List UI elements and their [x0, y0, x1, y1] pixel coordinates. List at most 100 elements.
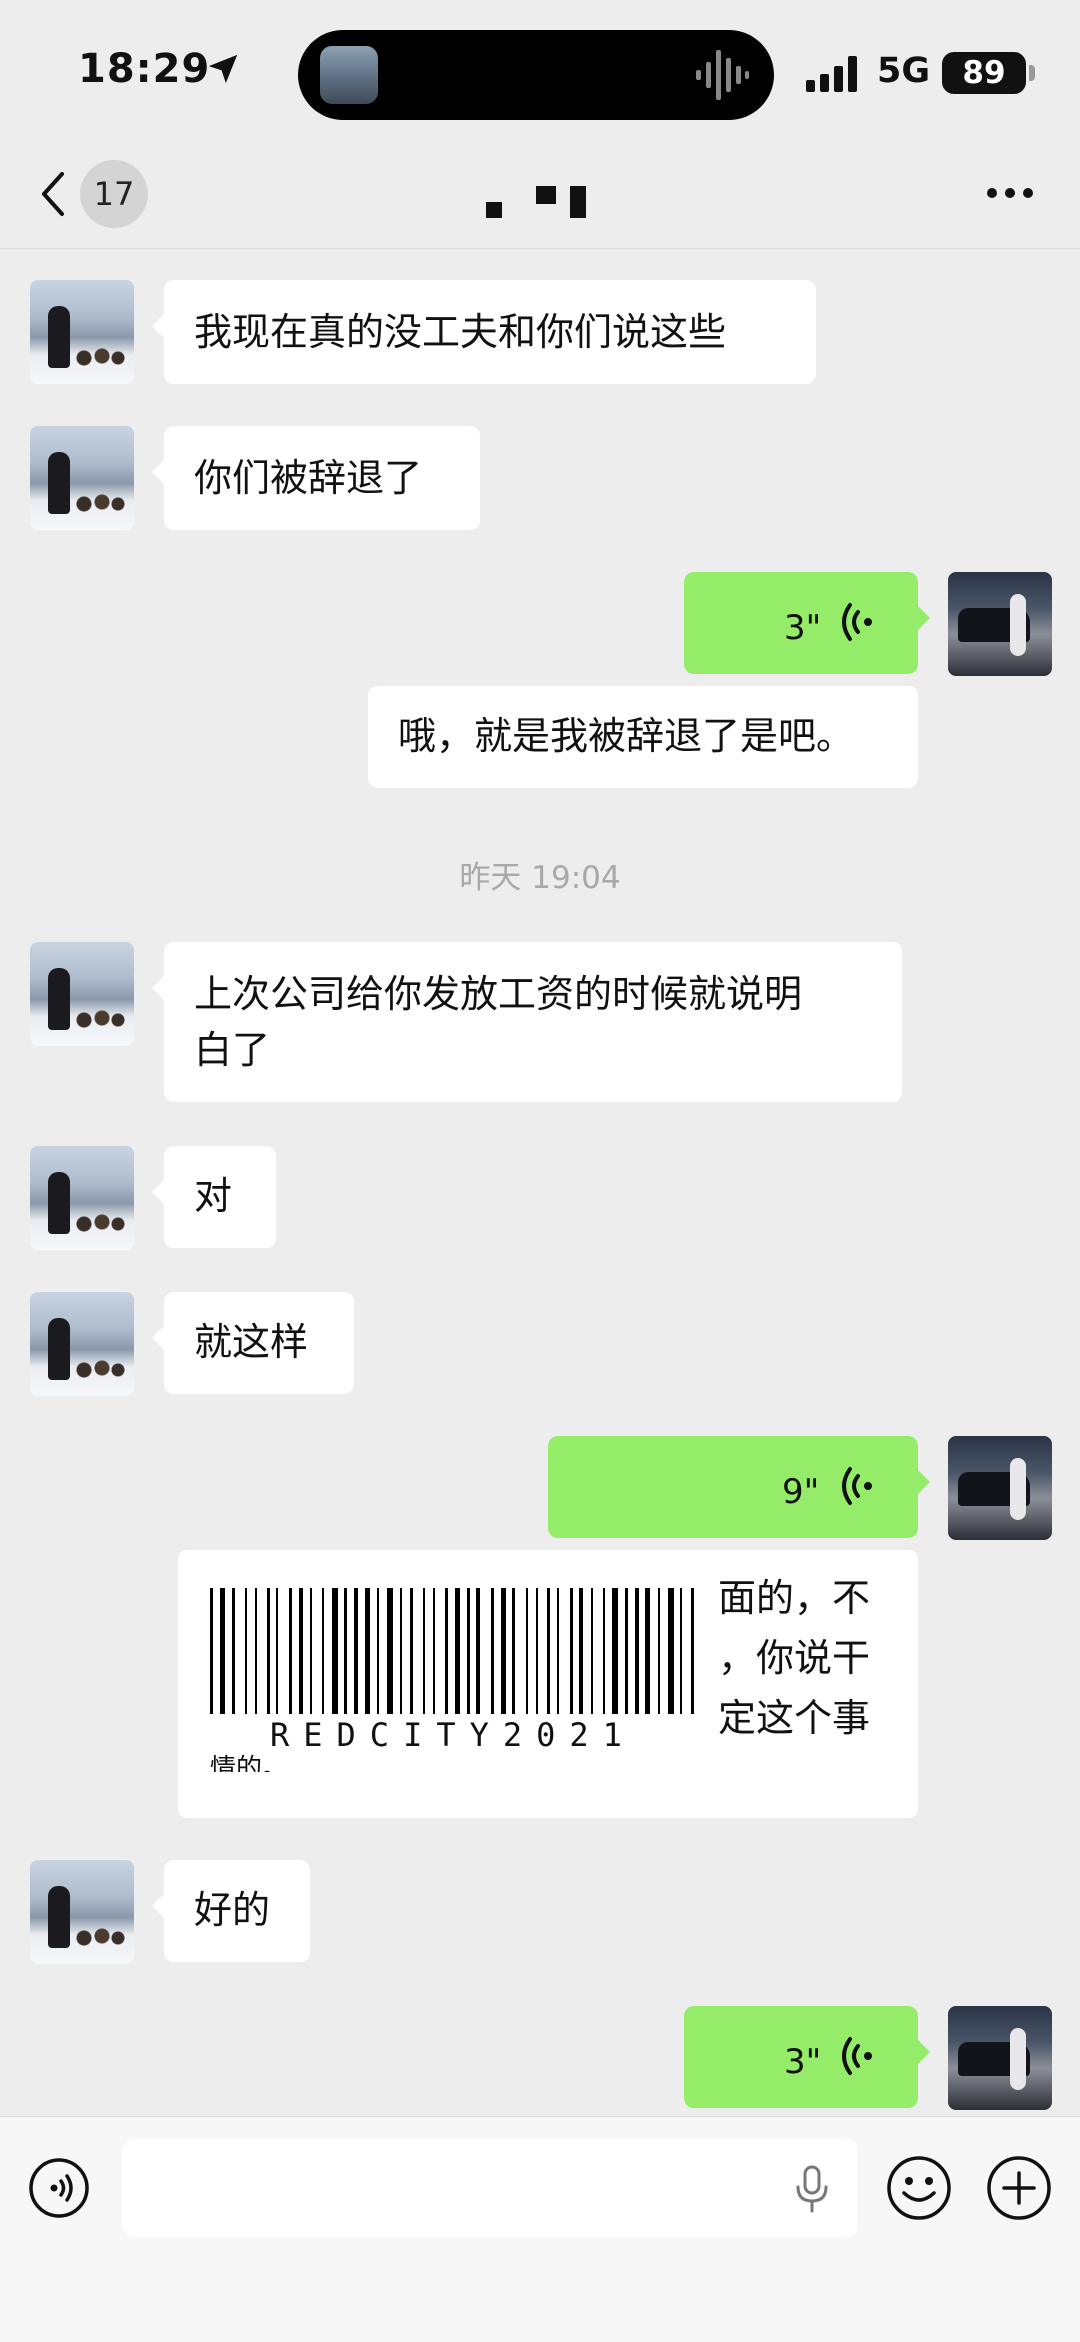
message-text: 就这样	[194, 1320, 309, 1364]
barcode-bar	[423, 1588, 425, 1714]
transcript-line: 定这个事	[718, 1696, 871, 1740]
barcode-bar	[344, 1588, 347, 1714]
message-bubble-received[interactable]: 我现在真的没工夫和你们说这些	[152, 280, 816, 384]
voice-transcript[interactable]: 哦，就是我被辞退了是吧。	[368, 686, 918, 788]
barcode-bar	[612, 1588, 618, 1714]
barcode-bar	[276, 1588, 278, 1714]
emoji-icon[interactable]	[886, 2155, 952, 2221]
contact-avatar[interactable]	[30, 426, 134, 530]
barcode-bar	[557, 1588, 559, 1714]
message-bubble-received[interactable]: 对	[152, 1146, 276, 1248]
voice-duration: 9"	[782, 1472, 820, 1512]
my-avatar[interactable]	[948, 1436, 1052, 1540]
barcode-bar	[354, 1588, 358, 1714]
barcode-bar	[445, 1588, 448, 1714]
island-media-thumbnail	[320, 46, 378, 104]
contact-avatar[interactable]	[30, 942, 134, 1046]
message-bubble-received[interactable]: 就这样	[152, 1292, 354, 1394]
microphone-icon[interactable]	[794, 2165, 830, 2213]
contact-avatar[interactable]	[30, 1146, 134, 1250]
barcode-bar	[512, 1588, 515, 1714]
barcode-bar	[491, 1588, 494, 1714]
barcode-bar	[332, 1588, 338, 1714]
barcode-bar	[433, 1588, 435, 1714]
barcode-bar	[255, 1588, 257, 1714]
message-text: 对	[194, 1174, 233, 1218]
battery-cap	[1029, 65, 1035, 81]
barcode-bar	[591, 1588, 593, 1714]
voice-duration: 3"	[784, 2042, 822, 2082]
barcode-bar	[410, 1588, 413, 1714]
location-arrow-icon	[208, 54, 238, 84]
voice-mode-icon[interactable]	[28, 2157, 90, 2219]
transcript-line: ，你说干	[718, 1636, 871, 1680]
unread-count-badge[interactable]: 17	[80, 160, 148, 228]
barcode-bar	[400, 1588, 402, 1714]
transcript-line: 情的。	[210, 1754, 289, 1772]
sound-wave-icon	[696, 50, 749, 100]
contact-avatar[interactable]	[30, 1292, 134, 1396]
message-input[interactable]	[122, 2139, 858, 2237]
barcode-bar	[476, 1588, 480, 1714]
plus-icon[interactable]	[986, 2155, 1052, 2221]
voice-wave-icon	[842, 1467, 872, 1505]
message-text: 你们被辞退了	[194, 456, 423, 500]
transcript-text: 哦，就是我被辞退了是吧。	[398, 714, 855, 758]
barcode-bar	[635, 1588, 639, 1714]
barcode-bar	[547, 1588, 550, 1714]
status-time: 18:29	[78, 46, 211, 92]
contact-avatar[interactable]	[30, 1860, 134, 1964]
message-bubble-received[interactable]: 你们被辞退了	[152, 426, 480, 530]
voice-message-sent[interactable]: 3"	[684, 572, 930, 674]
message-text-line: 白了	[194, 1028, 271, 1072]
message-text-line: 上次公司给你发放工资的时候就说明	[194, 972, 803, 1016]
barcode-bar	[377, 1588, 379, 1714]
barcode-bar	[387, 1588, 393, 1714]
barcode-bar	[579, 1588, 583, 1714]
voice-wave-icon	[842, 603, 872, 641]
barcode-bar	[310, 1588, 312, 1714]
barcode-bars	[210, 1588, 694, 1714]
barcode-bar	[210, 1588, 213, 1714]
barcode-bar	[289, 1588, 292, 1714]
barcode-bar	[625, 1588, 628, 1714]
barcode-bar	[455, 1588, 460, 1714]
voice-message-sent[interactable]: 3"	[684, 2006, 930, 2108]
more-dots-icon[interactable]	[986, 186, 1034, 200]
barcode-bar	[467, 1588, 470, 1714]
status-bar: 18:29 5G 89	[0, 0, 1080, 150]
voice-message-sent[interactable]: 9"	[548, 1436, 930, 1538]
back-chevron-icon[interactable]	[36, 168, 68, 220]
message-text: 好的	[194, 1888, 271, 1932]
message-text: 我现在真的没工夫和你们说这些	[194, 310, 727, 354]
contact-name-redacted	[570, 186, 586, 218]
barcode-bar	[365, 1588, 370, 1714]
contact-avatar[interactable]	[30, 280, 134, 384]
barcode-bar	[220, 1588, 225, 1714]
barcode-bar	[668, 1588, 674, 1714]
watermark-text: REDCITY2021	[270, 1716, 636, 1754]
barcode-bar	[322, 1588, 324, 1714]
message-bubble-received[interactable]: 上次公司给你发放工资的时候就说明 白了	[152, 942, 902, 1102]
input-bar	[0, 2116, 1080, 2342]
chat-timestamp: 昨天 19:04	[459, 860, 621, 896]
barcode-bar	[299, 1588, 303, 1714]
my-avatar[interactable]	[948, 572, 1052, 676]
watermark-barcode	[208, 1586, 706, 1716]
my-avatar[interactable]	[948, 2006, 1052, 2110]
message-bubble-received[interactable]: 好的	[152, 1860, 310, 1962]
barcode-bar	[267, 1588, 270, 1714]
network-type: 5G	[877, 51, 931, 91]
barcode-bar	[526, 1588, 528, 1714]
battery-level: 89	[942, 52, 1026, 94]
contact-name-redacted	[486, 202, 502, 218]
contact-name-redacted	[536, 186, 556, 204]
barcode-bar	[658, 1588, 660, 1714]
barcode-bar	[570, 1588, 573, 1714]
transcript-line: 面的，不	[718, 1576, 871, 1620]
barcode-bar	[645, 1588, 650, 1714]
barcode-bar	[691, 1588, 694, 1714]
signal-bars-icon	[806, 56, 857, 92]
barcode-bar	[603, 1588, 605, 1714]
barcode-bar	[245, 1588, 247, 1714]
